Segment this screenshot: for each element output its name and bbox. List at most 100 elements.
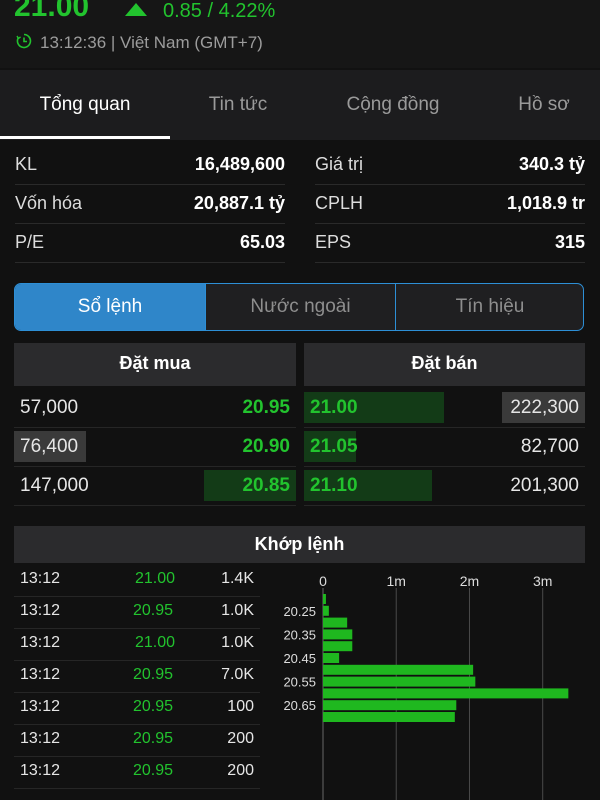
volume-bar bbox=[323, 700, 457, 711]
trade-volume: 1.0K bbox=[221, 602, 254, 619]
x-tick-label: 2m bbox=[460, 573, 479, 589]
price-change: 0.85 / 4.22% bbox=[163, 0, 276, 22]
buy-price: 20.85 bbox=[242, 475, 290, 496]
y-tick-label: 20.65 bbox=[283, 698, 316, 713]
trade-time: 13:12 bbox=[20, 666, 61, 683]
tab-community[interactable]: Cộng đồng bbox=[306, 70, 480, 140]
stat-eps: EPS 315 bbox=[315, 224, 585, 263]
trade-price: 20.95 bbox=[133, 730, 174, 747]
stat-shares-outstanding: CPLH 1,018.9 tr bbox=[315, 185, 585, 224]
volume-bar bbox=[323, 629, 353, 640]
stat-label: CPLH bbox=[315, 193, 364, 213]
stat-label: Giá trị bbox=[315, 154, 364, 174]
segment-order-book[interactable]: Sổ lệnh bbox=[15, 284, 205, 330]
sell-price: 21.10 bbox=[310, 475, 358, 496]
volume-bar bbox=[323, 653, 340, 663]
trade-volume: 200 bbox=[227, 730, 254, 747]
trade-price: 20.95 bbox=[133, 762, 174, 779]
trade-price: 21.00 bbox=[135, 570, 176, 587]
volume-bar bbox=[323, 605, 329, 616]
volume-bar bbox=[323, 712, 455, 722]
stat-volume: KL 16,489,600 bbox=[15, 146, 285, 185]
stat-label: KL bbox=[15, 154, 38, 174]
trade-volume: 1.4K bbox=[221, 570, 254, 587]
trade-price: 21.00 bbox=[135, 634, 176, 651]
volume-bar bbox=[323, 676, 476, 687]
stat-label: EPS bbox=[315, 232, 352, 252]
matched-orders-header: Khớp lệnh bbox=[14, 526, 585, 563]
stat-value: 315 bbox=[554, 232, 585, 252]
active-tab-indicator bbox=[0, 136, 170, 139]
buy-orders-header: Đặt mua bbox=[14, 343, 296, 386]
x-tick-label: 3m bbox=[533, 573, 552, 589]
volume-bar bbox=[323, 641, 353, 652]
sell-price: 21.05 bbox=[310, 436, 358, 457]
trade-row: 13:12 20.95 200 bbox=[14, 756, 260, 789]
buy-price: 20.95 bbox=[242, 397, 290, 418]
buy-price: 20.90 bbox=[242, 436, 290, 457]
update-time: 13:12:36 | Việt Nam (GMT+7) bbox=[40, 33, 263, 52]
stat-value: 20,887.1 tỷ bbox=[193, 193, 285, 213]
x-tick-label: 0 bbox=[319, 573, 327, 589]
quote-header: 21.00 0.85 / 4.22% 13:12:36 | Việt Nam (… bbox=[0, 0, 600, 68]
trade-row: 13:12 20.95 100 bbox=[14, 692, 260, 725]
up-triangle-icon bbox=[125, 3, 147, 16]
sell-order-row[interactable]: 21.10 201,300 bbox=[304, 467, 585, 506]
trade-volume: 1.0K bbox=[221, 634, 254, 651]
volume-bar bbox=[323, 664, 474, 675]
clock-icon bbox=[16, 33, 32, 49]
stat-label: P/E bbox=[15, 232, 45, 252]
trade-time: 13:12 bbox=[20, 698, 61, 715]
trade-time: 13:12 bbox=[20, 762, 61, 779]
stat-label: Vốn hóa bbox=[15, 193, 83, 213]
buy-volume: 147,000 bbox=[20, 475, 89, 496]
sell-volume: 201,300 bbox=[510, 475, 579, 496]
sell-order-row[interactable]: 21.00 222,300 bbox=[304, 389, 585, 428]
x-tick-label: 1m bbox=[387, 573, 406, 589]
trade-price: 20.95 bbox=[133, 666, 174, 683]
buy-order-row[interactable]: 76,400 20.90 bbox=[14, 428, 296, 467]
trade-row: 13:12 20.95 7.0K bbox=[14, 660, 260, 693]
stat-value: 65.03 bbox=[239, 232, 285, 252]
y-tick-label: 20.55 bbox=[283, 675, 316, 690]
buy-order-row[interactable]: 57,000 20.95 bbox=[14, 389, 296, 428]
trade-time: 13:12 bbox=[20, 602, 61, 619]
buy-volume: 76,400 bbox=[20, 436, 79, 457]
trade-volume: 200 bbox=[227, 762, 254, 779]
sell-price: 21.00 bbox=[310, 397, 358, 418]
trade-row: 13:12 20.95 200 bbox=[14, 724, 260, 757]
sell-order-row[interactable]: 21.05 82,700 bbox=[304, 428, 585, 467]
y-tick-label: 20.45 bbox=[283, 651, 316, 666]
buy-order-row[interactable]: 147,000 20.85 bbox=[14, 467, 296, 506]
tab-overview[interactable]: Tổng quan bbox=[0, 70, 170, 140]
segment-foreign[interactable]: Nước ngoài bbox=[206, 284, 395, 330]
trade-row: 13:12 20.95 1.0K bbox=[14, 596, 260, 629]
stat-pe: P/E 65.03 bbox=[15, 224, 285, 263]
stat-value: 16,489,600 bbox=[194, 154, 285, 174]
tab-news[interactable]: Tin tức bbox=[170, 70, 306, 140]
tab-profile[interactable]: Hồ sơ bbox=[480, 70, 600, 140]
trade-price: 20.95 bbox=[133, 698, 174, 715]
stat-market-cap: Vốn hóa 20,887.1 tỷ bbox=[15, 185, 285, 224]
trade-time: 13:12 bbox=[20, 730, 61, 747]
trade-volume: 100 bbox=[227, 698, 254, 715]
stat-value: 1,018.9 tr bbox=[506, 193, 585, 213]
segment-signals[interactable]: Tín hiệu bbox=[396, 284, 583, 330]
trade-price: 20.95 bbox=[133, 602, 174, 619]
orderbook-segmented-control: Sổ lệnh Nước ngoài Tín hiệu bbox=[14, 283, 584, 331]
trade-row: 13:12 21.00 1.4K bbox=[14, 564, 260, 597]
volume-bar bbox=[323, 594, 326, 604]
buy-volume: 57,000 bbox=[20, 397, 79, 418]
trade-time: 13:12 bbox=[20, 634, 61, 651]
main-tabs: Tổng quan Tin tức Cộng đồng Hồ sơ bbox=[0, 70, 600, 140]
trade-time: 13:12 bbox=[20, 570, 61, 587]
trade-row: 13:12 21.00 1.0K bbox=[14, 628, 260, 661]
sell-orders-header: Đặt bán bbox=[304, 343, 585, 386]
y-tick-label: 20.35 bbox=[283, 627, 316, 642]
volume-bar bbox=[323, 688, 569, 699]
volume-bar bbox=[323, 617, 348, 628]
sell-volume: 222,300 bbox=[510, 397, 579, 418]
stat-value: 340.3 tỷ bbox=[518, 154, 585, 174]
stat-value-traded: Giá trị 340.3 tỷ bbox=[315, 146, 585, 185]
y-tick-label: 20.25 bbox=[283, 604, 316, 619]
